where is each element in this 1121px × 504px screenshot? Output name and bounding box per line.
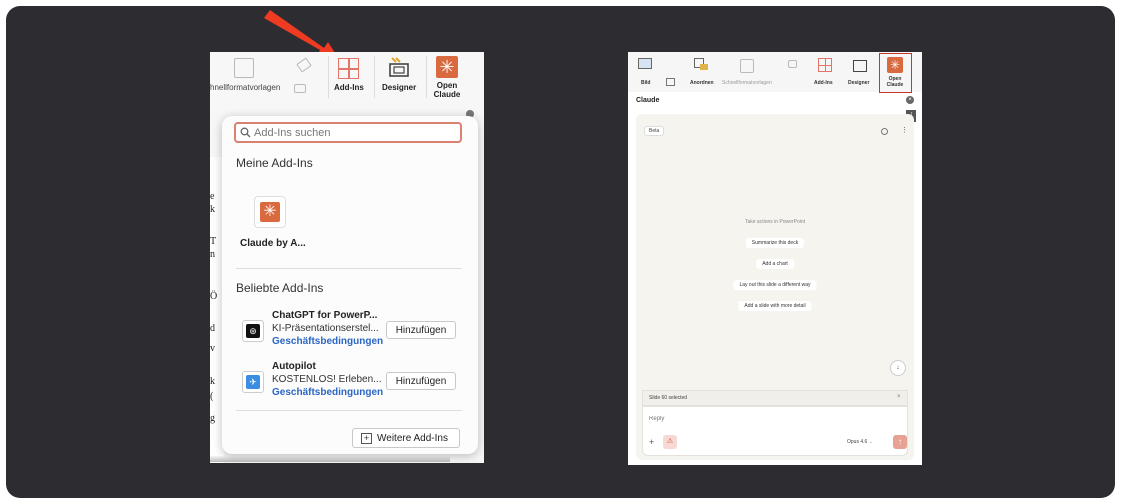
- plus-box-icon: +: [361, 433, 372, 444]
- model-selector[interactable]: Opus 4.6 ⌄: [847, 439, 873, 445]
- more-menu-icon[interactable]: ⋮: [901, 126, 908, 134]
- my-addins-heading: Meine Add-Ins: [236, 156, 313, 170]
- model-name: Opus 4.6: [847, 439, 868, 445]
- dismiss-status-icon[interactable]: ×: [897, 394, 901, 400]
- autopilot-add-button[interactable]: Hinzufügen: [386, 372, 456, 390]
- chatgpt-terms-link[interactable]: Geschäftsbedingungen: [272, 336, 383, 347]
- open-claude-label: Open Claude: [433, 81, 461, 99]
- search-icon: [240, 127, 251, 138]
- shape-fill-icon[interactable]: [788, 60, 797, 68]
- addins-label: Add-Ins: [814, 80, 833, 86]
- quick-styles-label[interactable]: Schnellformatvorlagen: [722, 80, 772, 86]
- addins-search-input[interactable]: [254, 125, 454, 140]
- add-attachment-icon[interactable]: +: [649, 437, 654, 447]
- picture-label: Bild: [641, 80, 651, 86]
- shape-outline-icon[interactable]: [294, 84, 306, 93]
- addins-ribbon-label: Add-Ins: [334, 83, 364, 92]
- powerpoint-addins-screenshot: e k T n Ö d v k ( g hnellformatvorlagen …: [210, 52, 484, 463]
- intro-text: Take actions in PowerPoint: [744, 219, 806, 225]
- chevron-down-icon: ⌄: [868, 439, 873, 445]
- quick-styles-icon: [234, 58, 254, 78]
- send-arrow-icon: ↑: [898, 437, 902, 446]
- addins-search-field[interactable]: [234, 122, 462, 143]
- chatgpt-addin-desc: KI-Präsentationserstel...: [272, 323, 379, 334]
- pen-icon: [296, 57, 312, 73]
- scroll-down-icon[interactable]: ↓: [890, 360, 906, 376]
- arrange-icon-accent: [700, 64, 708, 70]
- claude-addin-icon: ✳: [260, 202, 280, 222]
- open-claude-ribbon-button[interactable]: ✳ Open Claude: [879, 53, 912, 93]
- slide-bottom-text-fragment: [210, 456, 450, 462]
- claude-logo-icon: ✳: [436, 56, 458, 78]
- ribbon: [628, 52, 922, 92]
- claude-logo-icon: ✳: [887, 57, 903, 73]
- reply-input[interactable]: [649, 414, 849, 424]
- designer-label: Designer: [382, 83, 417, 92]
- pane-title: Claude: [636, 97, 660, 104]
- more-addins-label: Weitere Add-Ins: [377, 433, 448, 444]
- autopilot-addin-name: Autopilot: [272, 361, 316, 372]
- designer-icon: [389, 57, 409, 77]
- suggestion-add-slide[interactable]: Add a slide with more detail: [738, 301, 812, 311]
- autopilot-logo-icon: ✈: [242, 371, 264, 393]
- arrange-label: Anordnen: [690, 80, 714, 86]
- quick-styles-label[interactable]: hnellformatvorlagen: [210, 83, 280, 92]
- history-icon[interactable]: [881, 128, 888, 135]
- addins-grid-icon: [338, 58, 359, 79]
- beta-badge: Beta: [644, 126, 665, 136]
- popular-addins-heading: Beliebte Add-Ins: [236, 281, 324, 295]
- suggestion-layout[interactable]: Lay out this slide a different way: [733, 280, 817, 290]
- close-pane-icon[interactable]: ×: [906, 96, 914, 104]
- chatgpt-add-button[interactable]: Hinzufügen: [386, 321, 456, 339]
- screenshot-frame: [6, 6, 1115, 498]
- send-button[interactable]: ↑: [893, 435, 907, 449]
- reply-box: + ⚠ Opus 4.6 ⌄ ↑: [642, 406, 908, 456]
- open-claude-label: Open Claude: [886, 76, 904, 88]
- addins-grid-icon: [818, 58, 832, 72]
- claude-pane-screenshot: Bild Anordnen Schnellformatvorlagen Add-…: [628, 52, 922, 465]
- autopilot-addin-desc: KOSTENLOS! Erleben...: [272, 374, 382, 385]
- claude-addin-icon-border: ✳: [254, 196, 286, 228]
- picture-icon: [638, 58, 652, 69]
- chatgpt-logo-icon: ⊛: [242, 320, 264, 342]
- designer-icon: [853, 60, 867, 72]
- claude-chat-panel: Beta ⋮ Take actions in PowerPoint Summar…: [636, 114, 914, 460]
- addins-dropdown: Meine Add-Ins ✳ Claude by A... Beliebte …: [222, 116, 478, 454]
- more-addins-button[interactable]: + Weitere Add-Ins: [352, 428, 460, 448]
- warning-icon[interactable]: ⚠: [663, 435, 677, 449]
- quick-styles-icon: [740, 59, 754, 73]
- selection-status-bar: Slide 60 selected ×: [642, 390, 908, 406]
- suggestion-add-chart[interactable]: Add a chart: [756, 259, 794, 269]
- selection-status-text: Slide 60 selected: [649, 395, 688, 401]
- autopilot-terms-link[interactable]: Geschäftsbedingungen: [272, 387, 383, 398]
- suggestion-summarize[interactable]: Summarize this deck: [745, 238, 805, 248]
- my-addin-name: Claude by A...: [240, 238, 306, 249]
- shapes-icon[interactable]: [666, 78, 675, 86]
- designer-label: Designer: [848, 80, 870, 86]
- chatgpt-addin-name: ChatGPT for PowerP...: [272, 310, 378, 321]
